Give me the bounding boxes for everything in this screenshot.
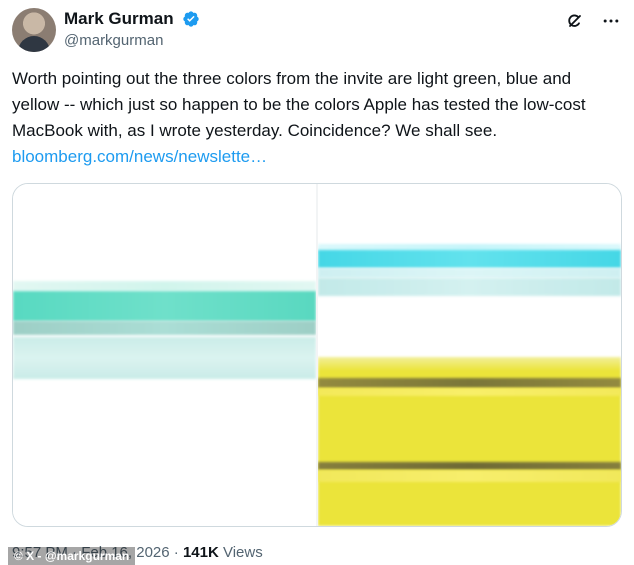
blue-yellow-color-panel	[318, 184, 621, 526]
tweet-link[interactable]: bloomberg.com/news/newslette…	[12, 147, 267, 166]
tweet-header: Mark Gurman @markgurman	[12, 8, 622, 52]
author-display-name[interactable]: Mark Gurman	[64, 9, 174, 29]
views-label: Views	[218, 544, 263, 561]
more-icon[interactable]	[600, 10, 622, 32]
author-handle[interactable]: @markgurman	[64, 31, 200, 50]
grok-icon[interactable]	[564, 10, 586, 32]
media-preview[interactable]	[12, 183, 622, 527]
green-color-panel	[13, 184, 316, 526]
watermark: © X - @markgurman	[8, 547, 136, 565]
author-block: Mark Gurman @markgurman	[64, 9, 200, 50]
verified-badge-icon	[183, 11, 199, 27]
tweet-body: Worth pointing out the three colors from…	[12, 69, 586, 140]
top-actions	[564, 10, 622, 32]
tweet-text: Worth pointing out the three colors from…	[12, 66, 622, 170]
avatar[interactable]	[12, 8, 56, 52]
views-count: 141K	[182, 544, 219, 561]
